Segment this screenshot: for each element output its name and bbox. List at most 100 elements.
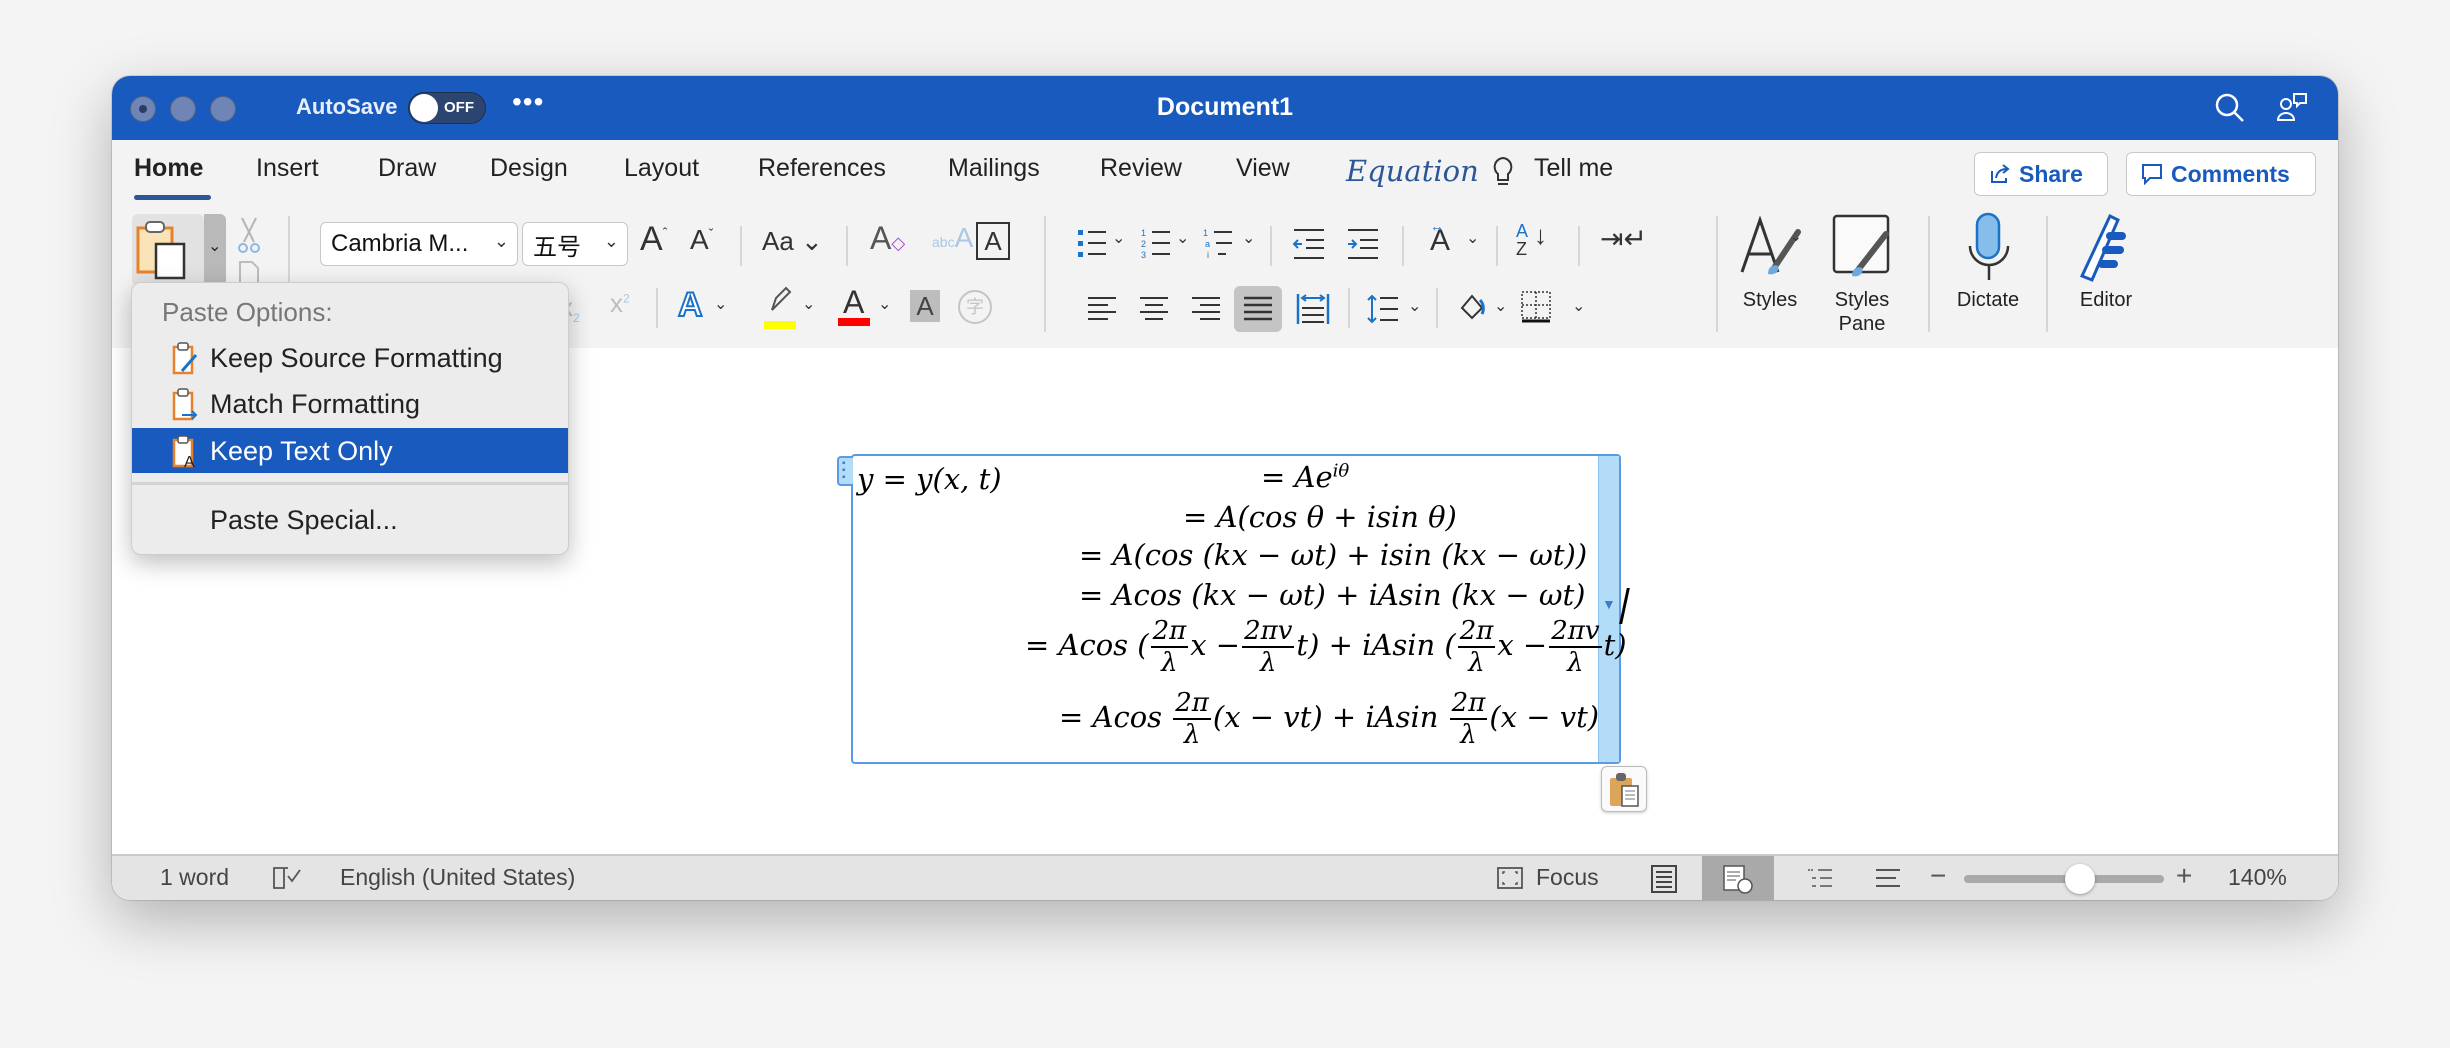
grow-font-button[interactable]: Aˆ (640, 220, 667, 259)
phonetic-guide-button[interactable]: abcA (932, 222, 973, 254)
comments-button[interactable]: Comments (2126, 152, 2316, 196)
fraction: 2πv λ (1549, 616, 1602, 678)
chevron-down-icon[interactable]: ⌄ (1242, 228, 1255, 248)
chevron-down-icon[interactable]: ⌄ (1112, 228, 1125, 248)
text-effects-button[interactable]: A (677, 285, 704, 325)
menu-item-paste-special[interactable]: Paste Special... (132, 497, 568, 542)
tab-insert[interactable]: Insert (256, 154, 319, 183)
eq-term: e (1315, 460, 1333, 494)
styles-button[interactable]: ⌄ Styles (1738, 212, 1822, 332)
menu-item-match-formatting[interactable]: Match Formatting (132, 381, 568, 426)
change-case-button[interactable]: Aa ⌄ (762, 226, 823, 257)
zoom-slider[interactable] (1964, 864, 2164, 894)
character-shading-button[interactable]: A (910, 290, 940, 322)
zoom-level[interactable]: 140% (2228, 864, 2287, 891)
highlight-button[interactable] (764, 286, 796, 329)
equation-lhs: y = y(x, t) (857, 462, 1002, 496)
numbering-icon[interactable]: 123 (1140, 226, 1180, 262)
share-button[interactable]: Share (1974, 152, 2108, 196)
tab-review[interactable]: Review (1100, 154, 1182, 183)
menu-separator (132, 482, 568, 485)
multilevel-list-icon[interactable]: 1ai (1202, 226, 1242, 262)
character-border-button[interactable]: A (976, 222, 1010, 260)
enclose-characters-button[interactable]: 字 (958, 290, 992, 324)
chevron-down-icon[interactable]: ⌄ (1466, 228, 1479, 248)
dictate-button[interactable]: Dictate (1946, 212, 2030, 332)
tab-view[interactable]: View (1236, 154, 1290, 183)
language[interactable]: English (United States) (340, 864, 575, 891)
cut-icon[interactable] (236, 216, 262, 256)
draft-view-icon[interactable] (1874, 868, 1902, 890)
superscript-button[interactable]: x2 (610, 288, 630, 319)
web-layout-button[interactable] (1702, 856, 1774, 900)
tab-mailings[interactable]: Mailings (948, 154, 1040, 183)
chevron-down-icon[interactable]: ⌄ (878, 294, 891, 314)
align-left-icon[interactable] (1086, 294, 1118, 324)
search-icon[interactable] (2212, 90, 2248, 126)
chevron-down-icon[interactable]: ⌄ (1176, 228, 1189, 248)
tab-layout[interactable]: Layout (624, 154, 699, 183)
tab-equation[interactable]: Equation (1346, 154, 1479, 188)
chevron-down-icon[interactable]: ⌄ (1408, 296, 1421, 316)
tell-me-search[interactable]: Tell me (1534, 154, 1613, 183)
sort-button[interactable]: A Z ↓ (1516, 222, 1547, 258)
tab-references[interactable]: References (758, 154, 886, 183)
paste-button[interactable] (132, 214, 204, 286)
collaborate-icon[interactable] (2274, 90, 2310, 126)
print-layout-icon[interactable] (1650, 864, 1678, 894)
numerator: 2π (1449, 688, 1488, 720)
equation-options-strip[interactable]: ▼ (1598, 456, 1619, 762)
justify-icon (1244, 296, 1272, 321)
character-spacing-button[interactable]: ↔ A (1430, 218, 1450, 258)
font-size-combo[interactable]: 五号 ⌄ (522, 222, 628, 266)
shading-icon[interactable] (1458, 292, 1488, 324)
align-right-icon[interactable] (1190, 294, 1222, 324)
focus-label[interactable]: Focus (1536, 864, 1599, 891)
chevron-down-icon[interactable]: ⌄ (1494, 296, 1507, 316)
line-spacing-icon[interactable] (1366, 292, 1402, 326)
zoom-out-button[interactable]: − (1930, 860, 1946, 892)
title-bar: AutoSave OFF ••• Document1 (112, 76, 2338, 140)
chevron-down-icon[interactable]: ⌄ (1572, 296, 1585, 316)
zoom-in-button[interactable]: + (2176, 860, 2192, 892)
paste-options-button[interactable] (1601, 766, 1647, 812)
word-count[interactable]: 1 word (160, 864, 229, 891)
tab-draw[interactable]: Draw (378, 154, 436, 183)
eq-term: t) + iAsin ( (1296, 628, 1456, 662)
font-size-value: 五号 (533, 233, 581, 261)
comment-icon (2142, 164, 2162, 185)
show-formatting-marks-button[interactable]: ⇥↵ (1600, 222, 1647, 255)
decrease-indent-icon[interactable] (1290, 226, 1330, 262)
distributed-icon[interactable] (1296, 292, 1330, 326)
bullets-icon[interactable] (1076, 226, 1116, 262)
chevron-down-icon[interactable]: ⌄ (714, 294, 727, 314)
equation-options-arrow-icon[interactable]: ▼ (1602, 596, 1616, 612)
outline-view-icon[interactable] (1806, 868, 1834, 890)
zoom-slider-thumb[interactable] (2065, 864, 2095, 894)
equation-drag-handle[interactable]: ▪ ▪ ▪ (837, 456, 853, 486)
align-center-icon[interactable] (1138, 294, 1170, 324)
eq-term: = A (1261, 460, 1316, 494)
focus-icon[interactable] (1496, 866, 1524, 890)
clipboard-icon (136, 221, 186, 280)
svg-text:2: 2 (1141, 239, 1146, 249)
menu-item-keep-text-only[interactable]: A Keep Text Only (132, 428, 568, 473)
font-name-combo[interactable]: Cambria M... ⌄ (320, 222, 518, 266)
paste-dropdown-button[interactable]: ⌄ (204, 214, 226, 286)
clear-formatting-button[interactable]: A◇ (870, 220, 905, 257)
proofing-icon[interactable] (272, 866, 302, 892)
justify-button[interactable] (1234, 286, 1282, 332)
equation-box[interactable]: ▪ ▪ ▪ ▼ y = y(x, t) = Aeiθ = A(cos θ + isi… (837, 454, 1627, 764)
editor-button[interactable]: Editor (2066, 212, 2146, 332)
styles-pane-button[interactable]: Styles Pane (1822, 212, 1902, 342)
equation-line-3: = A(cos (kx − ωt) + isin (kx − ωt)) (1079, 538, 1588, 572)
paste-keep-source-icon (172, 342, 198, 375)
increase-indent-icon[interactable] (1344, 226, 1384, 262)
tab-design[interactable]: Design (490, 154, 568, 183)
font-color-button[interactable]: A (838, 284, 870, 326)
chevron-down-icon[interactable]: ⌄ (802, 294, 815, 314)
shrink-font-button[interactable]: Aˇ (690, 224, 713, 256)
borders-icon[interactable] (1520, 290, 1552, 324)
tab-home[interactable]: Home (134, 154, 203, 183)
menu-item-keep-source-formatting[interactable]: Keep Source Formatting (132, 335, 568, 380)
